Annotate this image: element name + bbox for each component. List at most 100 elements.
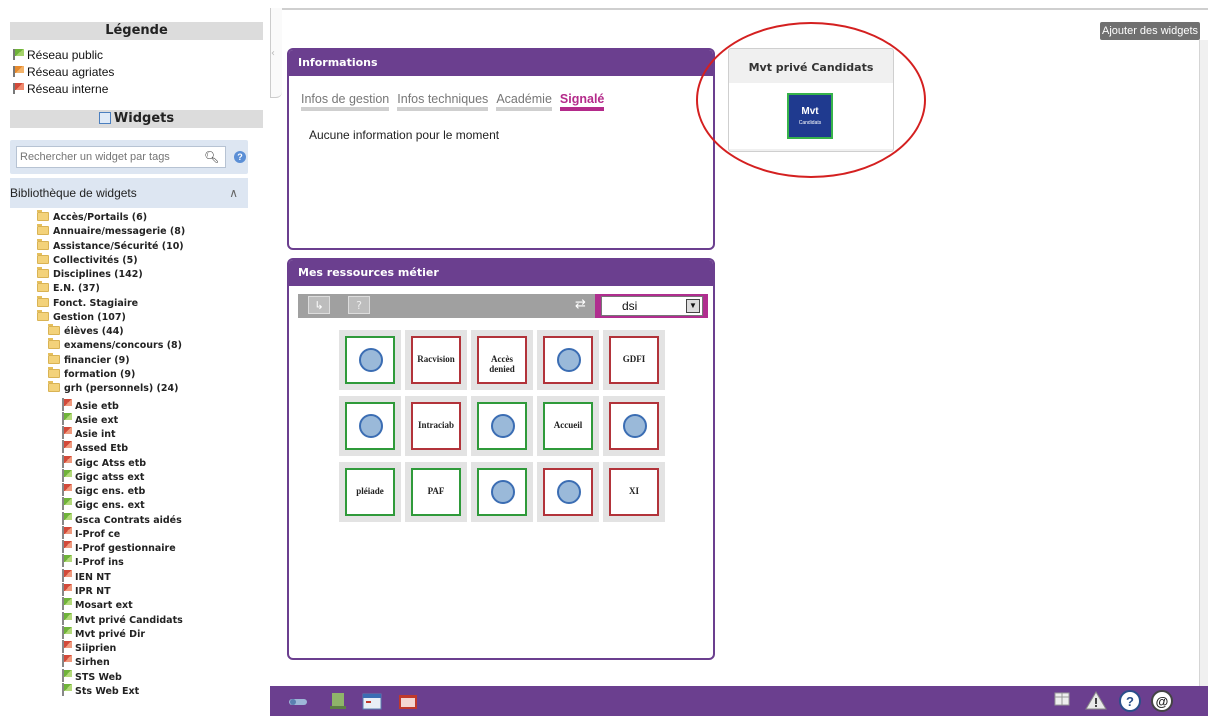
resource-icon: Accès denied	[477, 336, 527, 384]
tree-widget-item[interactable]: Sts Web Ext	[60, 682, 139, 697]
tree-item-label: Mvt privé Candidats	[75, 614, 183, 626]
tree-folder[interactable]: Disciplines (142)	[37, 267, 143, 283]
tree-widget-item[interactable]: Gigc Atss etb	[60, 454, 147, 469]
resource-label: PAF	[427, 486, 445, 496]
tree-widget-item[interactable]: Asie etb	[60, 397, 119, 412]
tree-widget-item[interactable]: Mosart ext	[60, 597, 133, 611]
key-icon[interactable]	[288, 692, 308, 710]
flag-icon	[60, 454, 72, 468]
tree-folder[interactable]: E.N. (37)	[37, 281, 100, 297]
tree-folder[interactable]: Collectivités (5)	[37, 252, 138, 269]
tab-infos-techniques[interactable]: Infos techniques	[397, 92, 489, 111]
resource-tile-eduscol[interactable]	[339, 330, 401, 390]
computer-icon[interactable]	[328, 692, 348, 710]
flag-icon	[60, 440, 72, 454]
scrollbar[interactable]	[1199, 40, 1208, 686]
widget-library-header[interactable]: Bibliothèque de widgets ∧	[10, 178, 248, 208]
grid-icon[interactable]	[1053, 690, 1071, 712]
tree-folder[interactable]: financier (9)	[48, 352, 130, 369]
sidebar: Légende Réseau public Réseau agriates Ré…	[0, 0, 270, 716]
tree-widget-item[interactable]: Asie int	[60, 426, 116, 440]
tree-widget-item[interactable]: Siiprien	[60, 640, 116, 654]
tree-item-label: Gigc ens. etb	[75, 486, 146, 498]
calendar-icon[interactable]	[362, 692, 382, 710]
mvt-app-icon[interactable]: Mvt Candidats	[787, 93, 833, 139]
resource-tile-accueil[interactable]: Accueil	[537, 396, 599, 456]
resource-tile-gnome[interactable]	[339, 396, 401, 456]
help-icon[interactable]: ?	[234, 151, 246, 163]
help-icon[interactable]: ?	[348, 296, 370, 314]
tree-folder[interactable]: Assistance/Sécurité (10)	[37, 238, 184, 255]
resource-label: Racvision	[417, 354, 455, 364]
mvt-widget-title: Mvt privé Candidats	[748, 61, 874, 74]
flag-icon	[60, 554, 72, 568]
folder-icon[interactable]	[398, 692, 418, 710]
flag-icon	[60, 668, 72, 682]
export-icon[interactable]: ↳	[308, 296, 330, 314]
folder-icon	[48, 366, 60, 378]
resource-tile-intraciab[interactable]: Intraciab	[405, 396, 467, 456]
tree-item-label: Gigc Atss etb	[75, 457, 147, 469]
tree-widget-item[interactable]: Sirhen	[60, 654, 110, 668]
flag-icon	[60, 583, 72, 597]
tree-widget-item[interactable]: Gsca Contrats aidés	[60, 511, 182, 526]
resource-tile-paf[interactable]: PAF	[405, 462, 467, 522]
tree-widget-item[interactable]: Gigc atss ext	[60, 468, 144, 483]
search-icon[interactable]: 🔍︎	[204, 150, 219, 164]
resource-tile-accueil-denied[interactable]: Accès denied	[471, 330, 533, 390]
tree-widget-item[interactable]: Mvt privé Candidats	[60, 611, 183, 626]
resource-tile-keys[interactable]	[603, 396, 665, 456]
tab-signale[interactable]: Signalé	[559, 92, 605, 111]
tree-folder[interactable]: examens/concours (8)	[48, 338, 182, 354]
resource-label: pléiade	[356, 486, 384, 496]
tree-widget-item[interactable]: Assed Etb	[60, 440, 128, 454]
sidebar-collapse-handle[interactable]: ‹	[270, 8, 282, 98]
tree-folder[interactable]: Fonct. Stagiaire	[37, 295, 138, 312]
tree-folder[interactable]: Annuaire/messagerie (8)	[37, 224, 185, 240]
chevron-down-icon[interactable]: ▼	[686, 299, 700, 313]
tree-folder[interactable]: grh (personnels) (24)	[48, 381, 178, 397]
tree-folder[interactable]: Accès/Portails (6)	[37, 210, 147, 226]
refresh-icon[interactable]: ⇄	[575, 297, 586, 312]
flag-icon	[60, 426, 72, 440]
resource-tile-e-diff[interactable]	[471, 396, 533, 456]
profile-select[interactable]: dsi ▼	[601, 296, 703, 316]
tree-widget-item[interactable]: I-Prof ce	[60, 525, 120, 540]
tree-item-label: I-Prof ins	[75, 557, 124, 569]
email-icon[interactable]: @	[1150, 690, 1174, 712]
tree-widget-item[interactable]: Gigc ens. ext	[60, 497, 145, 511]
resource-tile-business-objects-xi[interactable]: XI	[603, 462, 665, 522]
tree-widget-item[interactable]: IPR NT	[60, 583, 111, 597]
resource-tile-chat[interactable]	[471, 462, 533, 522]
add-widgets-button[interactable]: Ajouter des widgets	[1100, 22, 1200, 40]
tree-item-label: Asie ext	[75, 414, 119, 426]
tree-folder[interactable]: élèves (44)	[48, 324, 124, 340]
resource-tile-eduscol-2[interactable]	[537, 462, 599, 522]
tree-folder[interactable]: formation (9)	[48, 366, 135, 383]
tree-widget-item[interactable]: Mvt privé Dir	[60, 625, 145, 640]
svg-text:@: @	[1156, 694, 1169, 709]
chevron-up-icon[interactable]: ∧	[229, 178, 238, 208]
tree-widget-item[interactable]: I-Prof gestionnaire	[60, 540, 176, 554]
resource-tile-gdfi[interactable]: GDFI	[603, 330, 665, 390]
resource-tile-racvision[interactable]: Racvision	[405, 330, 467, 390]
tree-widget-item[interactable]: I-Prof ins	[60, 554, 124, 568]
tree-item-label: financier (9)	[64, 354, 130, 366]
tab-academie[interactable]: Académie	[496, 92, 552, 111]
tree-widget-item[interactable]: Asie ext	[60, 411, 119, 426]
tab-infos-gestion[interactable]: Infos de gestion	[301, 92, 390, 111]
help-icon[interactable]: ?	[1118, 690, 1142, 712]
tree-widget-item[interactable]: STS Web	[60, 668, 122, 683]
tree-widget-item[interactable]: Gigc ens. etb	[60, 483, 145, 497]
tree-item-label: IEN NT	[75, 571, 111, 583]
warning-icon[interactable]	[1085, 690, 1107, 712]
folder-icon	[37, 224, 49, 236]
resource-tile-f-logo[interactable]	[537, 330, 599, 390]
flag-icon	[60, 597, 72, 611]
widget-search-input[interactable]	[16, 146, 226, 168]
flag-icon	[60, 625, 72, 639]
flag-icon	[12, 49, 25, 60]
resource-tile-pleiade[interactable]: pléiade	[339, 462, 401, 522]
tree-widget-item[interactable]: IEN NT	[60, 568, 111, 583]
info-panel: Informations Infos de gestion Infos techn…	[287, 48, 715, 250]
